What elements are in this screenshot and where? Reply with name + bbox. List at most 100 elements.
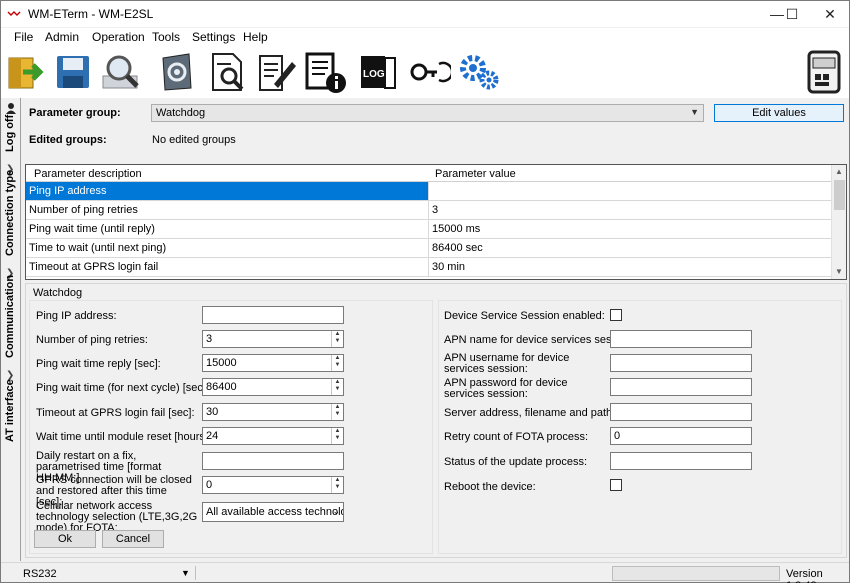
watchdog-title: Watchdog	[33, 287, 83, 299]
table-scrollbar[interactable]: ▲ ▼	[831, 165, 846, 279]
ok-button[interactable]: Ok	[34, 530, 96, 548]
column-header-description[interactable]: Parameter description	[34, 168, 142, 180]
tab-connection-type[interactable]: ❯ Connection type	[1, 160, 21, 260]
spinner-arrows-icon[interactable]: ▲ ▼	[331, 331, 343, 347]
update-status-input[interactable]	[610, 452, 752, 470]
edit-document-icon[interactable]	[254, 50, 298, 94]
log-text: LOG	[363, 69, 385, 80]
maximize-button[interactable]: ☐	[773, 1, 811, 27]
menu-bar: File Admin Operation Tools Settings Help	[1, 28, 849, 46]
scrollbar-thumb[interactable]	[834, 180, 845, 210]
update-status-label: Status of the update process:	[444, 456, 588, 468]
parameter-table: Parameter description Parameter value Pi…	[25, 164, 847, 280]
fota-retry-input[interactable]: 0	[610, 427, 752, 445]
table-row[interactable]: Number of ping retries 3	[26, 201, 832, 220]
chevron-down-icon: ⌄	[332, 506, 340, 516]
ping-retries-stepper[interactable]: 3 ▲ ▼	[202, 330, 344, 348]
apn-password-input[interactable]	[610, 378, 752, 396]
table-cell-value: 86400 sec	[432, 242, 483, 254]
table-row[interactable]: Time to wait (until next ping) 86400 sec	[26, 239, 832, 258]
menu-tools[interactable]: Tools	[152, 30, 180, 44]
apn-name-input[interactable]	[610, 330, 752, 348]
toolbar: LOG	[1, 46, 849, 98]
ping-wait-reply-label: Ping wait time reply [sec]:	[36, 358, 161, 370]
table-cell-value	[429, 182, 832, 200]
menu-file[interactable]: File	[14, 30, 33, 44]
table-row[interactable]: Ping wait time (until reply) 15000 ms	[26, 220, 832, 239]
server-address-label: Server address, filename and path:	[444, 407, 616, 419]
scroll-down-icon[interactable]: ▼	[835, 267, 843, 276]
ping-retries-value: 3	[206, 333, 213, 345]
tab-log-off[interactable]: Log off	[1, 98, 21, 158]
apn-password-label: APN password for device services session…	[444, 377, 568, 400]
chevron-down-icon[interactable]: ▼	[181, 568, 190, 578]
reboot-checkbox[interactable]	[610, 479, 622, 491]
tab-at-interface[interactable]: ❯ AT interface	[1, 366, 21, 446]
gprs-timeout-stepper[interactable]: 30 ▲ ▼	[202, 403, 344, 421]
table-cell-value: 3	[432, 204, 439, 216]
table-cell-description: Ping IP address	[26, 182, 429, 200]
status-bar: RS232 ▼ Version 1.3.43	[1, 562, 849, 583]
tab-communication[interactable]: ❯ Communication	[1, 264, 21, 360]
module-reset-value: 24	[206, 430, 219, 442]
user-icon	[6, 103, 16, 114]
spinner-arrows-icon[interactable]: ▲ ▼	[331, 379, 343, 395]
title-bar: WM-ETerm - WM-E2SL — ☐ ✕	[1, 1, 849, 27]
log-book-icon[interactable]: LOG	[357, 50, 401, 94]
chevron-down-icon: ▼	[690, 107, 699, 117]
scroll-up-icon[interactable]: ▲	[835, 167, 843, 176]
access-technology-select[interactable]: All available access technology ⌄	[202, 502, 344, 522]
tab-communication-label: Communication	[4, 274, 16, 358]
menu-admin[interactable]: Admin	[45, 30, 79, 44]
dss-enabled-checkbox[interactable]	[610, 309, 622, 321]
spinner-arrows-icon[interactable]: ▲ ▼	[331, 404, 343, 420]
watchdog-right-panel: Device Service Session enabled: APN name…	[438, 300, 842, 554]
table-row[interactable]: Timeout at GPRS login fail 30 min	[26, 258, 832, 277]
edit-values-button[interactable]: Edit values	[714, 104, 844, 122]
module-reset-stepper[interactable]: 24 ▲ ▼	[202, 427, 344, 445]
daily-restart-input[interactable]	[202, 452, 344, 470]
menu-settings[interactable]: Settings	[192, 30, 235, 44]
menu-operation[interactable]: Operation	[92, 30, 145, 44]
gears-icon[interactable]	[457, 50, 501, 94]
table-row[interactable]: Ping IP address	[26, 182, 832, 201]
ping-wait-reply-stepper[interactable]: 15000 ▲ ▼	[202, 354, 344, 372]
table-cell-description: Timeout at GPRS login fail	[26, 258, 429, 276]
gprs-timeout-value: 30	[206, 406, 219, 418]
table-cell-description: Number of ping retries	[26, 201, 429, 219]
server-address-input[interactable]	[610, 403, 752, 421]
meter-icon[interactable]	[801, 50, 845, 94]
save-disk-icon[interactable]	[51, 50, 95, 94]
parameter-group-select[interactable]: Watchdog ▼	[151, 104, 704, 122]
ping-ip-input[interactable]	[202, 306, 344, 324]
ping-wait-next-label: Ping wait time (for next cycle) [sec]:	[36, 382, 209, 394]
main-window: WM-ETerm - WM-E2SL — ☐ ✕ File Admin Oper…	[0, 0, 850, 583]
ping-wait-reply-value: 15000	[206, 357, 237, 369]
apn-username-input[interactable]	[610, 354, 752, 372]
tab-log-off-label: Log off	[4, 114, 16, 152]
exit-arrow-icon[interactable]	[3, 50, 47, 94]
ping-retries-label: Number of ping retries:	[36, 334, 148, 346]
spinner-arrows-icon[interactable]: ▲ ▼	[331, 355, 343, 371]
dss-enabled-label: Device Service Session enabled:	[444, 310, 605, 322]
spinner-arrows-icon[interactable]: ▲ ▼	[331, 428, 343, 444]
search-network-icon[interactable]	[99, 50, 143, 94]
module-reset-label: Wait time until module reset [hours]:	[36, 431, 212, 443]
apn-name-label: APN name for device services session:	[444, 334, 635, 346]
gprs-restore-stepper[interactable]: 0 ▲ ▼	[202, 476, 344, 494]
close-button[interactable]: ✕	[811, 1, 849, 27]
menu-help[interactable]: Help	[243, 30, 268, 44]
ping-wait-next-stepper[interactable]: 86400 ▲ ▼	[202, 378, 344, 396]
ping-wait-next-value: 86400	[206, 381, 237, 393]
spinner-arrows-icon[interactable]: ▲ ▼	[331, 477, 343, 493]
connection-type-select[interactable]: RS232	[23, 568, 57, 580]
settings-book-icon[interactable]	[155, 50, 199, 94]
edited-groups-label: Edited groups:	[29, 134, 107, 146]
search-document-icon[interactable]	[205, 50, 249, 94]
key-refresh-icon[interactable]	[407, 50, 454, 94]
table-header: Parameter description Parameter value	[26, 165, 832, 182]
cancel-button[interactable]: Cancel	[102, 530, 164, 548]
status-divider	[195, 566, 196, 580]
column-header-value[interactable]: Parameter value	[435, 168, 516, 180]
info-document-icon[interactable]	[303, 50, 347, 94]
